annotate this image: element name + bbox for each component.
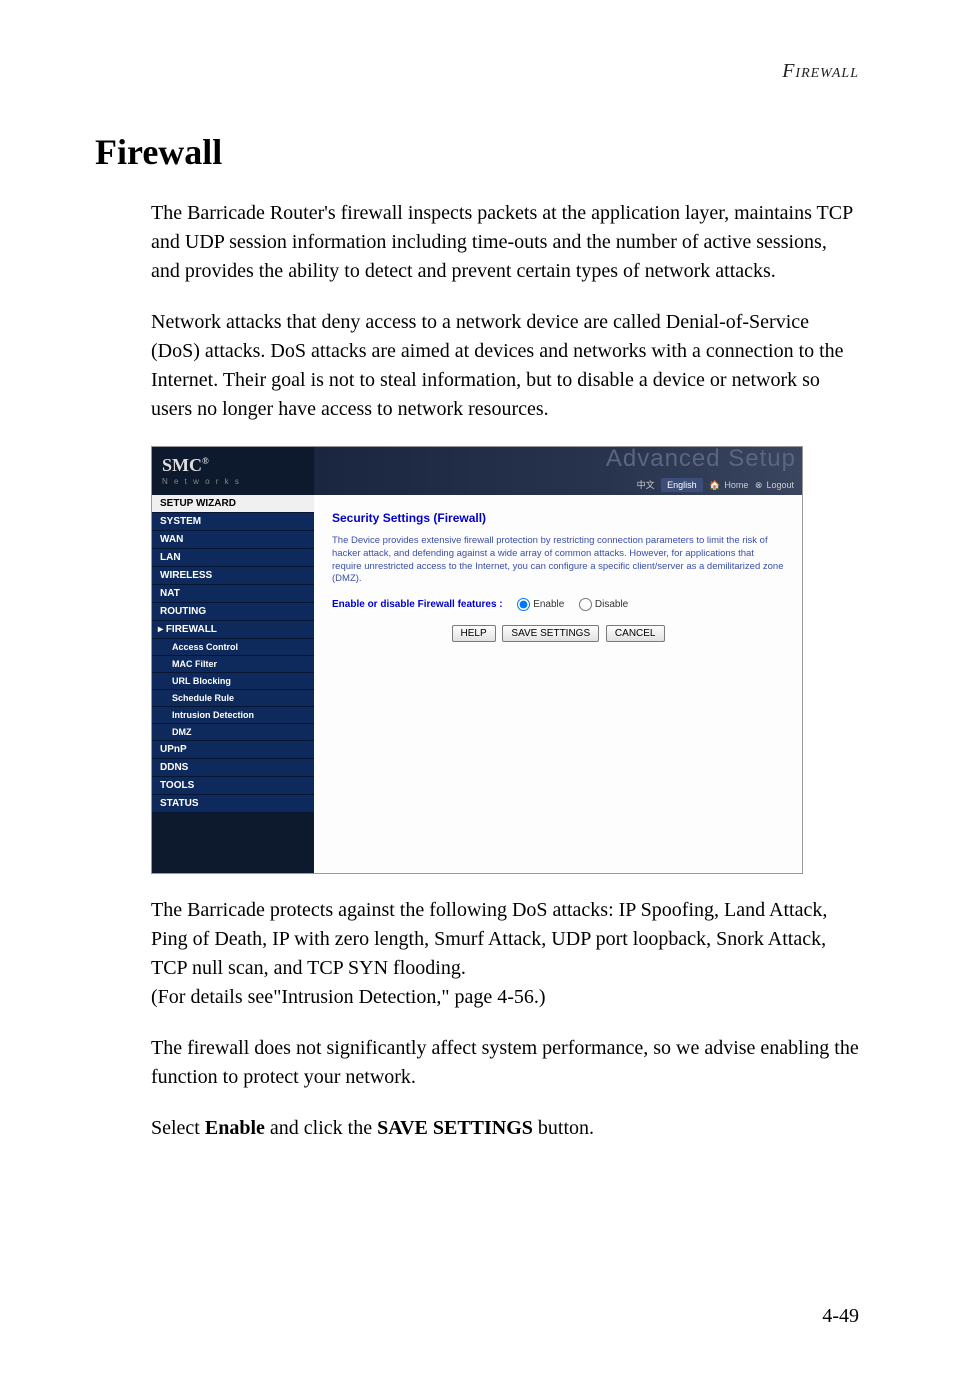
lang-en-link[interactable]: English xyxy=(661,478,703,492)
logo-brand: SMC® xyxy=(162,455,209,475)
page-number: 4-49 xyxy=(822,1305,859,1328)
enable-row: Enable or disable Firewall features : En… xyxy=(332,598,784,611)
nav-access-control[interactable]: Access Control xyxy=(152,639,314,656)
nav-dmz[interactable]: DMZ xyxy=(152,724,314,741)
home-link[interactable]: Home xyxy=(724,480,748,490)
nav-upnp[interactable]: UPnP xyxy=(152,741,314,759)
page-title: Firewall xyxy=(95,131,859,173)
paragraph-3-note: (For details see"Intrusion Detection," p… xyxy=(151,986,546,1008)
logo-subtext: N e t w o r k s xyxy=(162,477,241,486)
nav-status[interactable]: STATUS xyxy=(152,795,314,813)
save-settings-button[interactable]: SAVE SETTINGS xyxy=(502,625,599,642)
logo-block: SMC® N e t w o r k s xyxy=(152,447,314,495)
radio-enable-label[interactable]: Enable xyxy=(517,599,564,610)
banner-title: Advanced Setup xyxy=(606,445,796,473)
screenshot-header: SMC® N e t w o r k s Advanced Setup 中文 E… xyxy=(152,447,802,495)
logout-link[interactable]: Logout xyxy=(766,480,794,490)
radio-disable[interactable] xyxy=(579,598,592,611)
nav-intrusion-detection[interactable]: Intrusion Detection xyxy=(152,707,314,724)
paragraph-5: Select Enable and click the SAVE SETTING… xyxy=(151,1114,859,1143)
nav-setup-wizard[interactable]: SETUP WIZARD xyxy=(152,495,314,513)
radio-enable[interactable] xyxy=(517,598,530,611)
paragraph-4: The firewall does not significantly affe… xyxy=(151,1034,859,1092)
content-title: Security Settings (Firewall) xyxy=(332,511,784,525)
sidebar-nav: SETUP WIZARD SYSTEM WAN LAN WIRELESS NAT… xyxy=(152,495,314,873)
nav-ddns[interactable]: DDNS xyxy=(152,759,314,777)
nav-mac-filter[interactable]: MAC Filter xyxy=(152,656,314,673)
screenshot-body: SETUP WIZARD SYSTEM WAN LAN WIRELESS NAT… xyxy=(152,495,802,873)
content-description: The Device provides extensive firewall p… xyxy=(332,535,784,586)
nav-tools[interactable]: TOOLS xyxy=(152,777,314,795)
nav-spacer xyxy=(152,813,314,873)
paragraph-1: The Barricade Router's firewall inspects… xyxy=(151,199,859,286)
nav-wireless[interactable]: WIRELESS xyxy=(152,567,314,585)
lang-cn-link[interactable]: 中文 xyxy=(637,480,655,490)
paragraph-2: Network attacks that deny access to a ne… xyxy=(151,308,859,424)
radio-disable-label[interactable]: Disable xyxy=(579,599,628,610)
help-button[interactable]: HELP xyxy=(452,625,496,642)
home-icon: 🏠 xyxy=(709,480,720,490)
banner-links: 中文 English 🏠 Home ⊗Logout xyxy=(633,478,794,491)
nav-schedule-rule[interactable]: Schedule Rule xyxy=(152,690,314,707)
running-head: Firewall xyxy=(95,60,859,83)
nav-nat[interactable]: NAT xyxy=(152,585,314,603)
logout-icon: ⊗ xyxy=(755,480,763,490)
router-admin-screenshot: SMC® N e t w o r k s Advanced Setup 中文 E… xyxy=(151,446,803,874)
content-panel: Security Settings (Firewall) The Device … xyxy=(314,495,802,873)
paragraph-3: The Barricade protects against the follo… xyxy=(151,896,859,1012)
nav-routing[interactable]: ROUTING xyxy=(152,603,314,621)
nav-url-blocking[interactable]: URL Blocking xyxy=(152,673,314,690)
button-row: HELP SAVE SETTINGS CANCEL xyxy=(332,625,784,642)
nav-wan[interactable]: WAN xyxy=(152,531,314,549)
banner: Advanced Setup 中文 English 🏠 Home ⊗Logout xyxy=(314,447,802,495)
enable-label: Enable or disable Firewall features : xyxy=(332,599,503,610)
cancel-button[interactable]: CANCEL xyxy=(606,625,665,642)
nav-firewall[interactable]: ▸ FIREWALL xyxy=(152,621,314,639)
nav-system[interactable]: SYSTEM xyxy=(152,513,314,531)
nav-lan[interactable]: LAN xyxy=(152,549,314,567)
